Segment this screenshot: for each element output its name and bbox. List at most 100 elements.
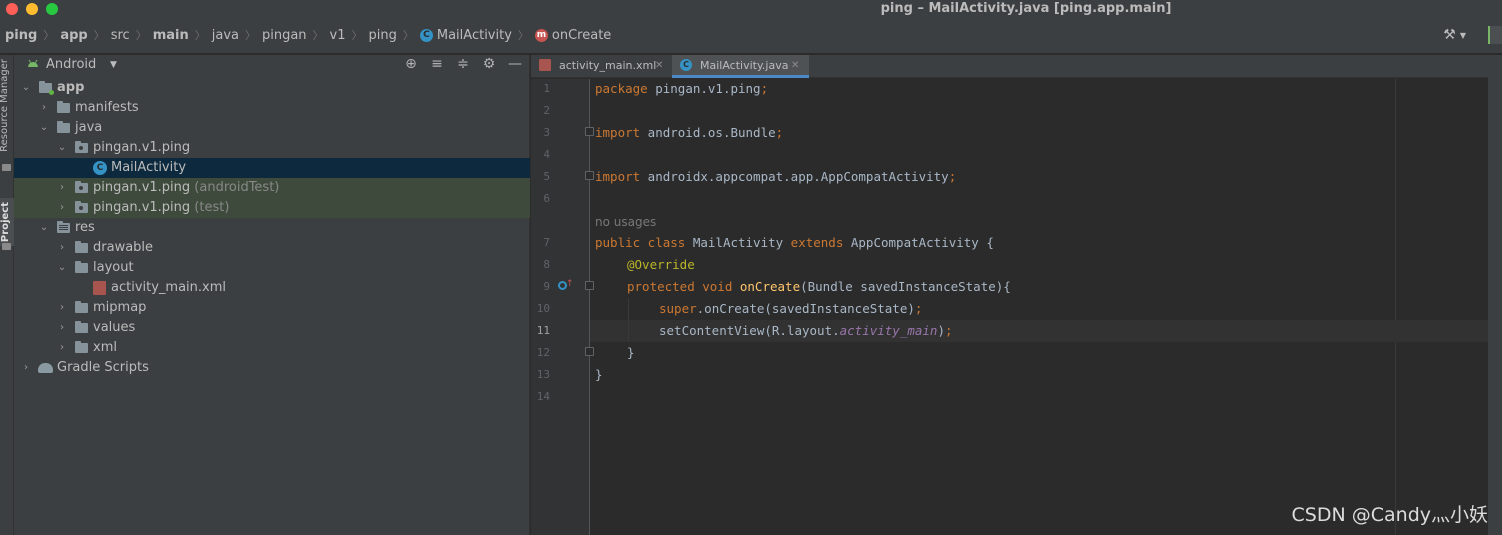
tree-item-xml[interactable]: › xml xyxy=(14,338,530,358)
breadcrumb-item[interactable]: app xyxy=(60,28,87,43)
tree-item-package[interactable]: ⌄ pingan.v1.ping xyxy=(14,138,530,158)
chevron-right-icon[interactable]: › xyxy=(56,198,68,218)
tab-activity-main-xml[interactable]: activity_main.xml ✕ xyxy=(531,55,671,78)
tree-item-layout[interactable]: ⌄ layout xyxy=(14,258,530,278)
breadcrumb-item[interactable]: v1 xyxy=(330,28,346,43)
chevron-down-icon[interactable]: ⌄ xyxy=(56,258,68,278)
resource-manager-tab[interactable]: Resource Manager xyxy=(0,59,10,152)
tree-item-drawable[interactable]: › drawable xyxy=(14,238,530,258)
tree-item-app[interactable]: ⌄ app xyxy=(14,78,530,98)
chevron-right-icon[interactable]: › xyxy=(56,178,68,198)
tab-mailactivity-java[interactable]: C MailActivity.java ✕ xyxy=(672,55,809,78)
watermark: CSDN @Candy灬小妖 xyxy=(1291,504,1488,526)
locate-target-icon[interactable]: ⊕ xyxy=(402,56,420,72)
chevron-right-icon[interactable]: › xyxy=(56,338,68,358)
fold-icon[interactable] xyxy=(585,171,594,180)
breadcrumb-item-class[interactable]: MailActivity xyxy=(437,28,512,43)
code-line-9: protected void onCreate(Bundle savedInst… xyxy=(627,276,1011,298)
panel-toolbar: ⊕ ≡ ≑ ⚙ — xyxy=(402,56,524,72)
tree-item-label: pingan.v1.ping (test) xyxy=(93,198,229,218)
code-line-1: package pingan.v1.ping; xyxy=(595,78,768,100)
chevron-down-icon[interactable]: ▼ xyxy=(110,60,117,70)
chevron-right-icon[interactable]: › xyxy=(56,298,68,318)
chevron-right-icon[interactable]: › xyxy=(38,98,50,118)
tree-item-res[interactable]: ⌄ res xyxy=(14,218,530,238)
tree-item-manifests[interactable]: › manifests xyxy=(14,98,530,118)
breadcrumb-item[interactable]: main xyxy=(153,28,189,43)
class-icon: C xyxy=(419,28,433,42)
build-hammer-icon[interactable]: ⚒ xyxy=(1443,27,1456,43)
tree-item-label: layout xyxy=(93,260,134,275)
fold-icon[interactable] xyxy=(585,127,594,136)
line-number: 9 xyxy=(543,280,550,293)
expand-all-icon[interactable]: ≡ xyxy=(428,56,446,72)
keyword: import xyxy=(595,169,641,184)
chevron-down-icon[interactable]: ⌄ xyxy=(20,78,32,98)
code-line-3: import android.os.Bundle; xyxy=(595,122,783,144)
tree-item-package-androidtest[interactable]: › pingan.v1.ping (androidTest) xyxy=(14,178,530,198)
fold-icon[interactable] xyxy=(585,281,594,290)
keyword: import xyxy=(595,125,641,140)
breadcrumb-item[interactable]: java xyxy=(212,28,239,43)
tree-item-label: values xyxy=(93,320,136,335)
tree-item-label: xml xyxy=(93,340,117,355)
breadcrumb-separator: 〉 xyxy=(135,29,147,42)
chevron-right-icon[interactable]: › xyxy=(56,318,68,338)
chevron-down-icon[interactable]: ⌄ xyxy=(56,138,68,158)
code-line-7: public class MailActivity extends AppCom… xyxy=(595,232,994,254)
keyword: protected void xyxy=(627,279,733,294)
class-icon: C xyxy=(93,161,107,175)
breadcrumb-item[interactable]: ping xyxy=(5,28,37,43)
code-line-11: setContentView(R.layout.activity_main); xyxy=(659,320,953,342)
line-number: 12 xyxy=(536,346,550,359)
breadcrumb-separator: 〉 xyxy=(43,29,55,42)
close-icon[interactable]: ✕ xyxy=(791,56,799,75)
tab-label: activity_main.xml xyxy=(559,59,657,72)
tree-item-activity-main-xml[interactable]: activity_main.xml xyxy=(14,278,530,298)
chevron-right-icon[interactable]: › xyxy=(20,358,32,378)
run-toolbar: ⚒ ▼ xyxy=(1443,26,1502,44)
tree-item-mipmap[interactable]: › mipmap xyxy=(14,298,530,318)
semicolon: ; xyxy=(775,125,784,140)
chevron-down-icon[interactable]: ▼ xyxy=(1460,31,1466,40)
breadcrumb-item-method[interactable]: onCreate xyxy=(552,28,611,43)
code-text: ) xyxy=(937,323,945,338)
close-icon[interactable]: ✕ xyxy=(655,56,663,75)
folder-icon xyxy=(57,101,70,113)
chevron-down-icon[interactable]: ⌄ xyxy=(38,118,50,138)
tree-item-mailactivity[interactable]: C MailActivity xyxy=(14,158,530,178)
code-text: pingan.v1.ping xyxy=(647,81,761,96)
folder-icon xyxy=(75,261,88,273)
fold-icon[interactable] xyxy=(585,347,594,356)
breadcrumb-item[interactable]: ping xyxy=(369,28,397,43)
folder-icon xyxy=(2,243,11,250)
view-mode-selector[interactable]: Android xyxy=(46,57,96,72)
tree-item-label: mipmap xyxy=(93,300,147,315)
hide-panel-icon[interactable]: — xyxy=(506,56,524,72)
tree-item-java[interactable]: ⌄ java xyxy=(14,118,530,138)
tree-item-label: pingan.v1.ping xyxy=(93,140,191,155)
package-icon xyxy=(75,181,88,193)
tree-item-label: manifests xyxy=(75,100,139,115)
tree-item-package-test[interactable]: › pingan.v1.ping (test) xyxy=(14,198,530,218)
usages-hint[interactable]: no usages xyxy=(595,211,656,233)
breadcrumb-item[interactable]: pingan xyxy=(262,28,307,43)
chevron-right-icon[interactable]: › xyxy=(56,238,68,258)
code-text: androidx.appcompat.app.AppCompatActivity xyxy=(640,169,949,184)
breadcrumb-item[interactable]: src xyxy=(111,28,130,43)
resource-manager-icon xyxy=(2,164,11,171)
code-line-8: @Override xyxy=(627,254,695,276)
gear-icon[interactable]: ⚙ xyxy=(480,56,498,72)
line-number: 6 xyxy=(543,192,550,205)
breadcrumb-separator: 〉 xyxy=(244,29,256,42)
tree-item-label: java xyxy=(75,120,103,135)
semicolon: ; xyxy=(945,323,953,338)
project-tab[interactable]: Project xyxy=(0,198,14,247)
chevron-down-icon[interactable]: ⌄ xyxy=(38,218,50,238)
tree-item-gradle-scripts[interactable]: › Gradle Scripts xyxy=(14,358,530,378)
code-line-13: } xyxy=(595,364,603,386)
code-line-5: import androidx.appcompat.app.AppCompatA… xyxy=(595,166,956,188)
collapse-all-icon[interactable]: ≑ xyxy=(454,56,472,72)
device-selector-button[interactable] xyxy=(1488,26,1502,44)
tree-item-values[interactable]: › values xyxy=(14,318,530,338)
